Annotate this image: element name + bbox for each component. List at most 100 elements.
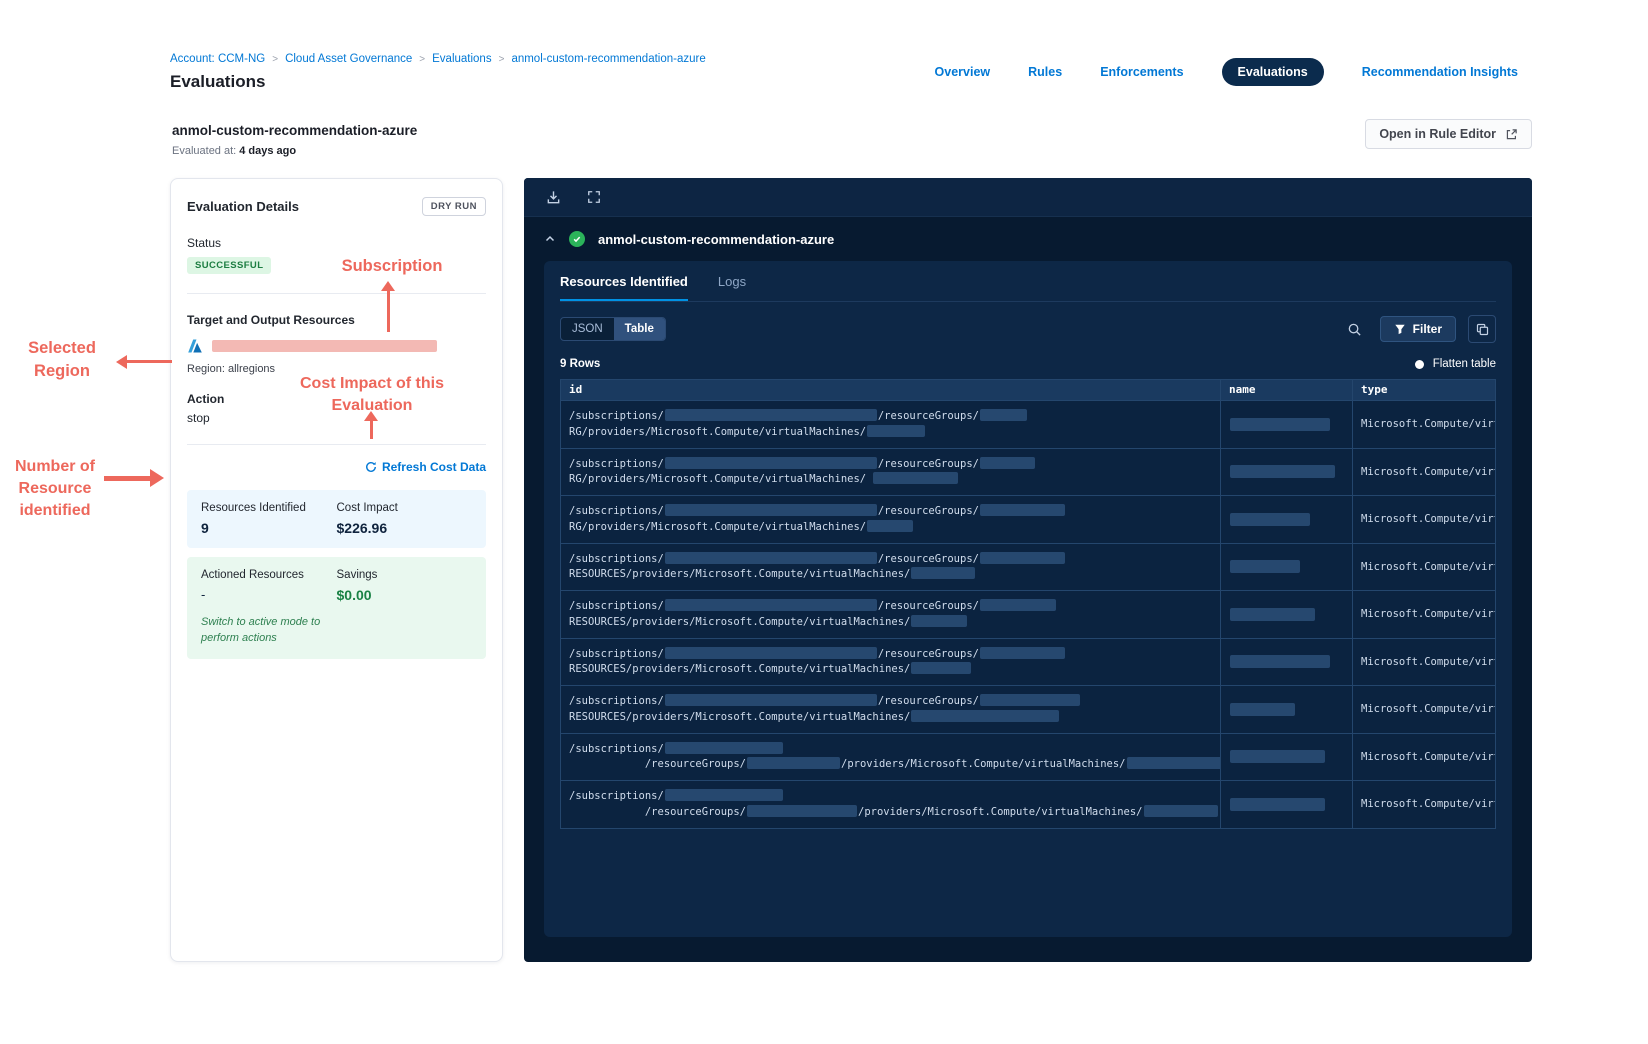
filter-button[interactable]: Filter (1379, 316, 1456, 342)
cell-name (1221, 496, 1353, 543)
redacted-name (1230, 607, 1315, 621)
cell-id: /subscriptions//resourceGroups/RESOURCES… (561, 686, 1221, 733)
fullscreen-icon[interactable] (587, 190, 601, 204)
status-label: Status (187, 236, 222, 250)
table-row[interactable]: /subscriptions//resourceGroups/RG/provid… (561, 400, 1495, 448)
redacted-value (911, 567, 976, 580)
tab-rules[interactable]: Rules (1028, 65, 1062, 79)
redacted-value (911, 709, 1060, 722)
collapse-chevron-icon[interactable] (544, 233, 556, 245)
breadcrumb-cloud-asset-governance[interactable]: Cloud Asset Governance (285, 53, 412, 65)
table-row[interactable]: /subscriptions/ /resourceGroups//provide… (561, 780, 1495, 828)
table-row[interactable]: /subscriptions//resourceGroups/RESOURCES… (561, 685, 1495, 733)
annotation-selected-region-arrowhead (116, 355, 127, 369)
annotation-subscription-arrow (387, 290, 390, 332)
evaluation-title: anmol-custom-recommendation-azure (172, 123, 418, 138)
view-toggle: JSON Table (560, 317, 666, 341)
redacted-name (1230, 560, 1300, 574)
breadcrumb-separator: > (272, 53, 279, 65)
search-icon[interactable] (1342, 316, 1368, 342)
redacted-value (664, 409, 877, 422)
redacted-subscription-bar (212, 340, 437, 352)
cell-id: /subscriptions//resourceGroups/RG/provid… (561, 401, 1221, 448)
redacted-value (664, 694, 877, 707)
cell-type: Microsoft.Compute/virtu (1361, 703, 1495, 716)
cell-type: Microsoft.Compute/virtu (1361, 513, 1495, 526)
refresh-cost-data-link[interactable]: Refresh Cost Data (365, 460, 486, 474)
cell-name (1221, 638, 1353, 685)
annotation-resources-identified-arrowhead (150, 469, 164, 487)
evaluated-at: Evaluated at: 4 days ago (172, 145, 296, 157)
results-toolbar (524, 178, 1532, 217)
target-resources-label: Target and Output Resources (187, 313, 355, 327)
resources-identified-value: 9 (201, 520, 209, 536)
page-title: Evaluations (170, 72, 266, 91)
cell-type: Microsoft.Compute/virtu (1361, 798, 1495, 811)
cell-type: Microsoft.Compute/virtu (1361, 560, 1495, 573)
flatten-table-toggle[interactable] (1414, 359, 1424, 369)
table-row[interactable]: /subscriptions//resourceGroups/RG/provid… (561, 447, 1495, 495)
redacted-value (873, 472, 959, 485)
view-json-button[interactable]: JSON (561, 318, 614, 340)
redacted-name (1230, 512, 1310, 526)
cell-id: /subscriptions//resourceGroups/RESOURCES… (561, 591, 1221, 638)
redacted-value (979, 551, 1065, 564)
breadcrumb: Account: CCM-NG > Cloud Asset Governance… (170, 53, 706, 65)
dry-run-badge: DRY RUN (421, 197, 486, 216)
results-table: id name type /subscriptions//resourceGro… (560, 379, 1496, 829)
table-row[interactable]: /subscriptions//resourceGroups/RESOURCES… (561, 637, 1495, 685)
cell-id: /subscriptions//resourceGroups/RG/provid… (561, 496, 1221, 543)
breadcrumb-evaluation-name[interactable]: anmol-custom-recommendation-azure (511, 53, 705, 65)
results-card: Resources Identified Logs JSON Table Fil… (544, 261, 1512, 937)
annotation-resources-identified-arrow (104, 476, 151, 481)
redacted-value (979, 646, 1065, 659)
flatten-table-label: Flatten table (1432, 358, 1496, 370)
redacted-value (979, 456, 1035, 469)
cell-id: /subscriptions//resourceGroups/RESOURCES… (561, 638, 1221, 685)
actioned-panel: Actioned Resources Savings - $0.00 Switc… (187, 557, 486, 659)
view-table-button[interactable]: Table (613, 318, 665, 340)
tab-recommendation-insights[interactable]: Recommendation Insights (1362, 65, 1518, 79)
cell-type: Microsoft.Compute/virtu (1361, 750, 1495, 763)
redacted-value (979, 504, 1065, 517)
tab-resources-identified[interactable]: Resources Identified (560, 274, 688, 301)
table-row[interactable]: /subscriptions/ /resourceGroups//provide… (561, 732, 1495, 780)
cost-impact-label: Cost Impact (336, 502, 398, 514)
download-icon[interactable] (546, 190, 561, 205)
tab-overview[interactable]: Overview (935, 65, 991, 79)
redacted-value (747, 804, 858, 817)
tab-enforcements[interactable]: Enforcements (1100, 65, 1183, 79)
tab-evaluations[interactable]: Evaluations (1221, 58, 1324, 86)
actioned-resources-value: - (201, 587, 206, 602)
metrics-panel: Resources Identified Cost Impact 9 $226.… (187, 490, 486, 548)
redacted-value (664, 789, 783, 802)
refresh-cost-data-label: Refresh Cost Data (381, 460, 486, 474)
cost-impact-value: $226.96 (336, 520, 388, 536)
cell-name (1221, 781, 1353, 828)
annotation-subscription-arrowhead (381, 281, 395, 291)
evaluated-at-label: Evaluated at: (172, 145, 237, 157)
breadcrumb-account[interactable]: Account: CCM-NG (170, 53, 265, 65)
actioned-resources-label: Actioned Resources (201, 569, 304, 581)
table-row[interactable]: /subscriptions//resourceGroups/RG/provid… (561, 495, 1495, 543)
subheader: anmol-custom-recommendation-azure Evalua… (150, 110, 1532, 178)
annotation-selected-region: Selected Region (28, 339, 96, 380)
evaluation-details-card: Evaluation Details DRY RUN Status SUCCES… (170, 178, 503, 962)
results-panel: anmol-custom-recommendation-azure Resour… (524, 178, 1532, 962)
status-badge: SUCCESSFUL (187, 257, 272, 274)
copy-icon[interactable] (1468, 315, 1496, 343)
open-rule-editor-button[interactable]: Open in Rule Editor (1365, 119, 1532, 149)
table-row[interactable]: /subscriptions//resourceGroups/RESOURCES… (561, 542, 1495, 590)
breadcrumb-evaluations[interactable]: Evaluations (432, 53, 491, 65)
redacted-name (1230, 417, 1330, 431)
redacted-value (911, 614, 968, 627)
active-mode-note: Switch to active mode to perform actions (201, 616, 321, 644)
table-row[interactable]: /subscriptions//resourceGroups/RESOURCES… (561, 590, 1495, 638)
tab-logs[interactable]: Logs (718, 274, 746, 301)
redacted-value (867, 519, 914, 532)
redacted-value (1126, 757, 1220, 770)
cell-name (1221, 733, 1353, 780)
results-table-body: /subscriptions//resourceGroups/RG/provid… (561, 400, 1495, 828)
cell-id: /subscriptions/ /resourceGroups//provide… (561, 733, 1221, 780)
redacted-value (664, 504, 877, 517)
